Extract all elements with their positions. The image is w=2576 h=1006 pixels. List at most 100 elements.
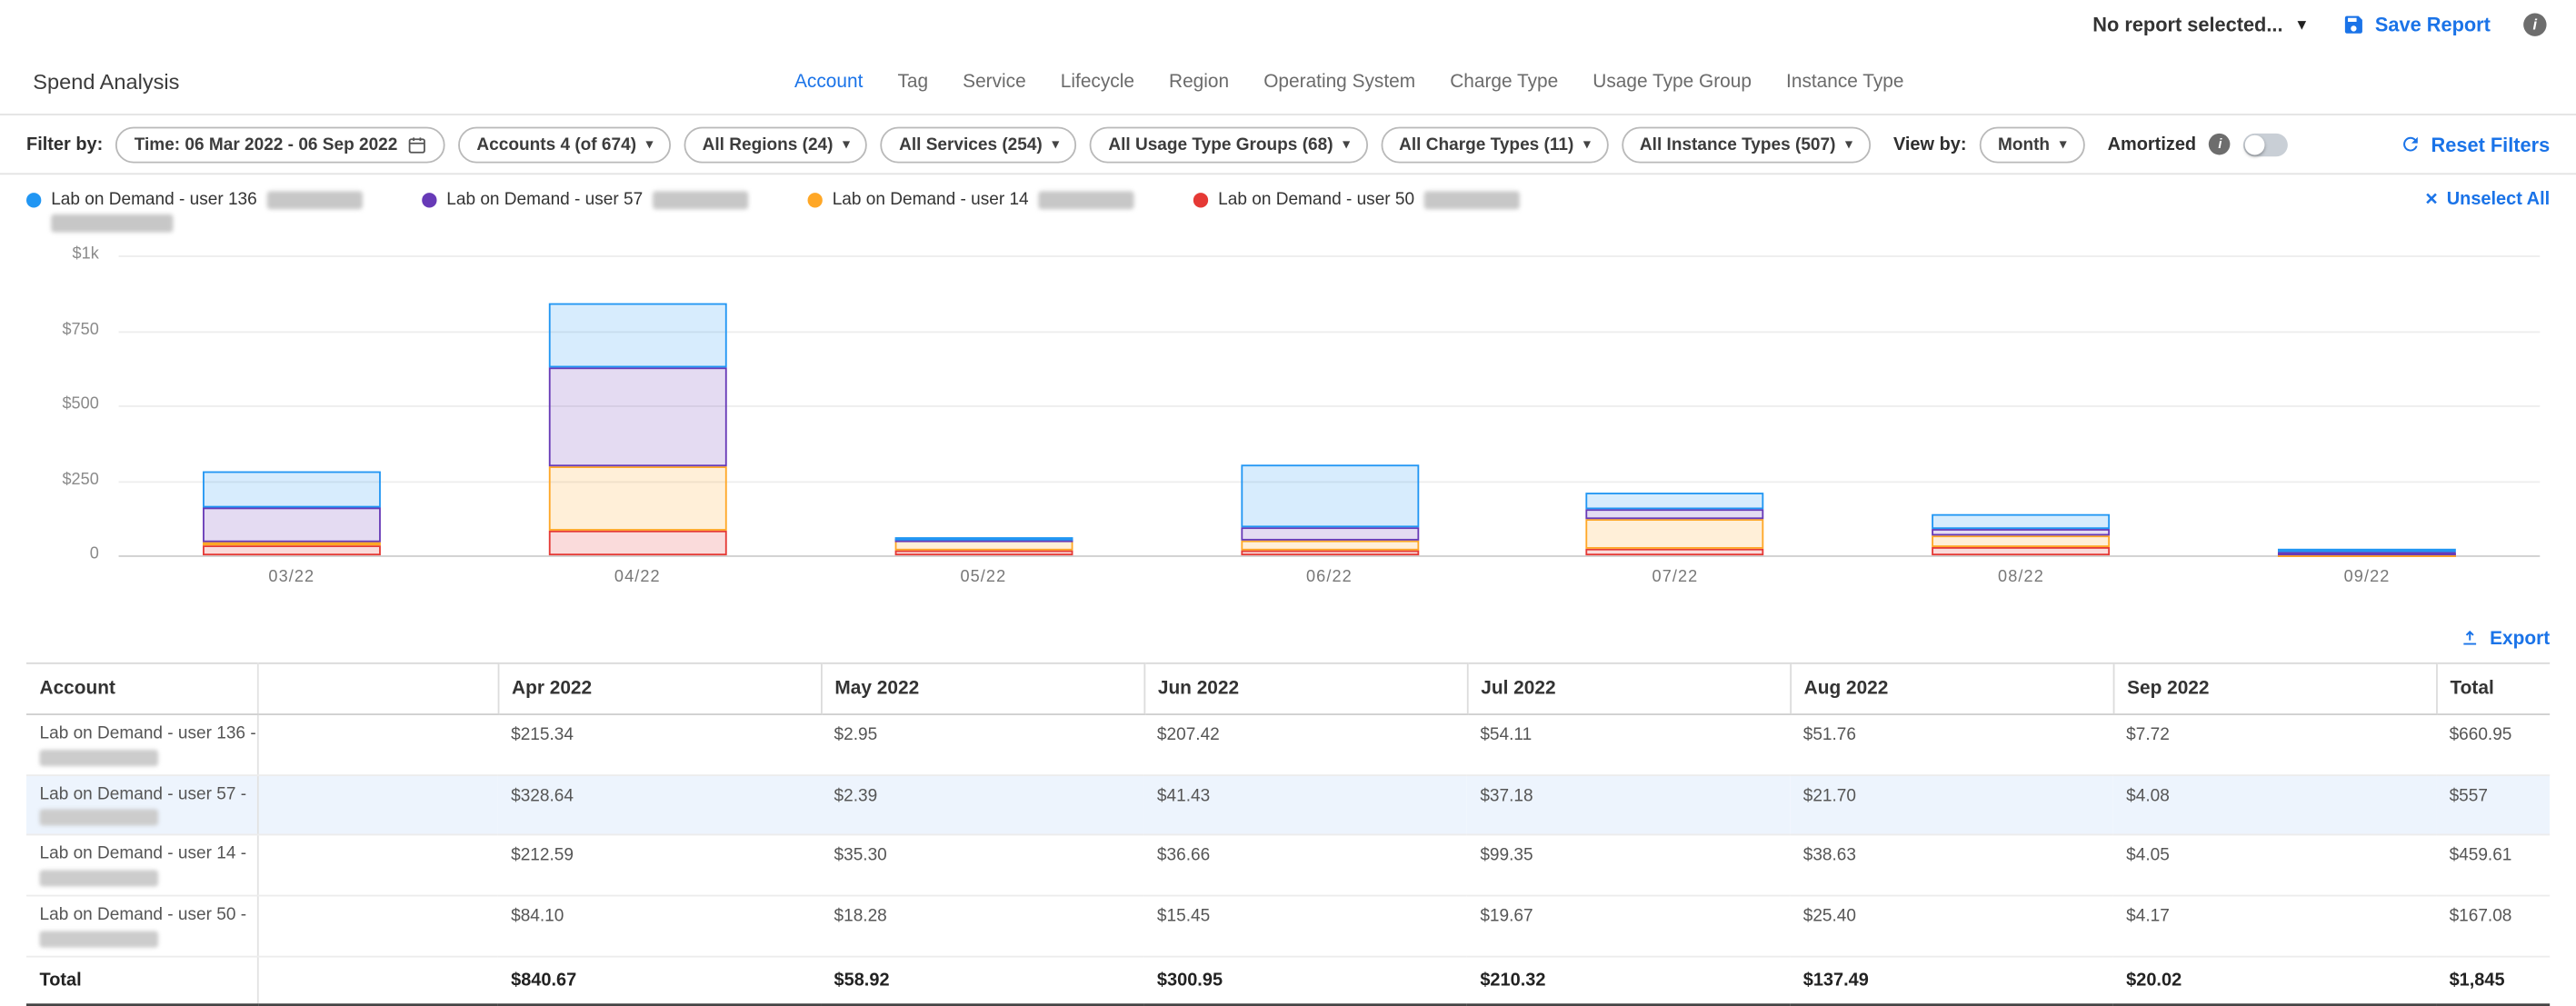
value-cell: $35.30	[821, 835, 1143, 895]
account-cell: Lab on Demand - user 50 -	[26, 895, 257, 955]
tab-instance-type[interactable]: Instance Type	[1786, 72, 1903, 92]
redacted-text	[40, 931, 159, 947]
bar-segment-lab-on-demand-user-57[interactable]	[1241, 527, 1419, 540]
chevron-down-icon: ▾	[2060, 137, 2066, 151]
y-axis-label: $250	[26, 471, 99, 489]
chart-gridline	[119, 331, 2541, 333]
column-header-sep-2022[interactable]: Sep 2022	[2113, 663, 2436, 714]
tab-charge-type[interactable]: Charge Type	[1450, 72, 1558, 92]
bar-segment-lab-on-demand-user-136[interactable]	[1241, 465, 1419, 527]
value-cell: $54.11	[1467, 714, 1790, 774]
bar-segment-lab-on-demand-user-136[interactable]	[1586, 493, 1764, 509]
amortized-toggle[interactable]	[2244, 133, 2289, 155]
value-cell: $2.95	[821, 714, 1143, 774]
total-value-cell: $210.32	[1467, 956, 1790, 1004]
filter-pill-time-06-mar-2022-06-sep-2022[interactable]: Time: 06 Mar 2022 - 06 Sep 2022	[116, 126, 445, 163]
column-header-apr-2022[interactable]: Apr 2022	[498, 663, 821, 714]
toggle-knob	[2246, 134, 2266, 154]
bar-segment-lab-on-demand-user-50[interactable]	[1586, 550, 1764, 555]
view-by-dropdown[interactable]: Month ▾	[1980, 126, 2084, 163]
filter-pill-all-charge-types-11[interactable]: All Charge Types (11)▾	[1381, 126, 1608, 163]
legend-dot-icon	[808, 192, 823, 206]
bar-segment-lab-on-demand-user-57[interactable]	[203, 508, 381, 542]
tab-account[interactable]: Account	[794, 72, 863, 92]
tab-lifecycle[interactable]: Lifecycle	[1061, 72, 1134, 92]
legend-item-lab-on-demand-user-14[interactable]: Lab on Demand - user 14	[808, 190, 1134, 210]
tab-service[interactable]: Service	[963, 72, 1026, 92]
tab-operating-system[interactable]: Operating System	[1263, 72, 1415, 92]
value-cell: $207.42	[1143, 714, 1466, 774]
column-header-jul-2022[interactable]: Jul 2022	[1467, 663, 1790, 714]
tab-tag[interactable]: Tag	[897, 72, 928, 92]
info-icon[interactable]: i	[2523, 14, 2546, 36]
column-header-may-2022[interactable]: May 2022	[821, 663, 1143, 714]
bar-segment-lab-on-demand-user-136[interactable]	[548, 304, 726, 368]
chevron-down-icon: ▾	[843, 137, 849, 151]
dimension-tabs: Account Tag Service Lifecycle Region Operatin…	[794, 49, 1904, 114]
filter-pill-accounts-4-of-674[interactable]: Accounts 4 (of 674)▾	[458, 126, 671, 163]
legend-line: Lab on Demand - user 14	[808, 190, 1134, 210]
filter-pill-label: All Usage Type Groups (68)	[1108, 134, 1333, 154]
account-cell: Lab on Demand - user 14 -	[26, 835, 257, 895]
unselect-all-button[interactable]: ✕ Unselect All	[2424, 190, 2550, 210]
spacer-cell	[257, 956, 498, 1004]
bar-segment-lab-on-demand-user-57[interactable]	[1932, 530, 2111, 536]
total-value-cell: $840.67	[498, 956, 821, 1004]
bar-segment-lab-on-demand-user-136[interactable]	[203, 472, 381, 508]
column-header-jun-2022[interactable]: Jun 2022	[1143, 663, 1466, 714]
bar-segment-lab-on-demand-user-136[interactable]	[1932, 514, 2111, 530]
column-header-account[interactable]: Account	[26, 663, 257, 714]
info-icon[interactable]: i	[2210, 134, 2232, 155]
bar-segment-lab-on-demand-user-14[interactable]	[548, 466, 726, 530]
total-value-cell: $557	[2436, 775, 2550, 835]
column-header-aug-2022[interactable]: Aug 2022	[1790, 663, 2112, 714]
column-header-total[interactable]: Total	[2436, 663, 2550, 714]
bar-segment-lab-on-demand-user-50[interactable]	[548, 530, 726, 555]
filter-pill-all-instance-types-507[interactable]: All Instance Types (507)▾	[1622, 126, 1871, 163]
page-title: Spend Analysis	[33, 69, 179, 94]
bar-segment-lab-on-demand-user-57[interactable]	[548, 368, 726, 466]
unselect-all-label: Unselect All	[2447, 190, 2550, 210]
account-name: Lab on Demand - user 14 -	[40, 844, 244, 867]
report-selector-dropdown[interactable]: No report selected... ▼	[2092, 14, 2309, 36]
total-value-cell: $459.61	[2436, 835, 2550, 895]
save-report-button[interactable]: Save Report	[2342, 14, 2491, 36]
legend-item-lab-on-demand-user-57[interactable]: Lab on Demand - user 57	[422, 190, 748, 210]
bar-segment-lab-on-demand-user-50[interactable]	[1241, 551, 1419, 555]
bar-segment-lab-on-demand-user-14[interactable]	[1932, 536, 2111, 548]
value-cell: $41.43	[1143, 775, 1466, 835]
tab-region[interactable]: Region	[1169, 72, 1229, 92]
redacted-text	[653, 190, 748, 208]
bar-segment-lab-on-demand-user-50[interactable]	[1932, 548, 2111, 555]
bar-segment-lab-on-demand-user-50[interactable]	[894, 550, 1073, 555]
spacer-cell	[257, 775, 498, 835]
value-cell: $99.35	[1467, 835, 1790, 895]
bar-segment-lab-on-demand-user-14[interactable]	[203, 542, 381, 545]
reset-filters-button[interactable]: Reset Filters	[2400, 133, 2550, 155]
filter-pill-all-services-254[interactable]: All Services (254)▾	[881, 126, 1077, 163]
filter-pill-label: All Services (254)	[899, 134, 1043, 154]
bar-segment-lab-on-demand-user-50[interactable]	[203, 545, 381, 556]
legend-dot-icon	[26, 192, 41, 206]
filter-pill-all-usage-type-groups-68[interactable]: All Usage Type Groups (68)▾	[1090, 126, 1367, 163]
legend-item-lab-on-demand-user-50[interactable]: Lab on Demand - user 50	[1193, 190, 1520, 210]
bar-segment-lab-on-demand-user-14[interactable]	[1241, 540, 1419, 551]
x-axis-label: 04/22	[464, 569, 811, 587]
close-icon: ✕	[2424, 190, 2438, 208]
value-cell: $36.66	[1143, 835, 1466, 895]
legend-line: Lab on Demand - user 50	[1193, 190, 1520, 210]
chart-gridline	[119, 255, 2541, 257]
bar-segment-lab-on-demand-user-57[interactable]	[1586, 509, 1764, 520]
bar-segment-lab-on-demand-user-136[interactable]	[2278, 549, 2456, 553]
bar-segment-lab-on-demand-user-136[interactable]	[894, 538, 1073, 542]
export-button[interactable]: Export	[2459, 628, 2550, 650]
redacted-text	[40, 810, 159, 826]
legend-label: Lab on Demand - user 14	[833, 190, 1029, 210]
bar-segment-lab-on-demand-user-14[interactable]	[1586, 520, 1764, 550]
tab-usage-type-group[interactable]: Usage Type Group	[1593, 72, 1752, 92]
redacted-text	[267, 190, 363, 208]
legend-item-lab-on-demand-user-136[interactable]: Lab on Demand - user 136	[26, 190, 363, 233]
filter-pill-all-regions-24[interactable]: All Regions (24)▾	[684, 126, 868, 163]
value-cell: $212.59	[498, 835, 821, 895]
chart-gridline	[119, 405, 2541, 407]
